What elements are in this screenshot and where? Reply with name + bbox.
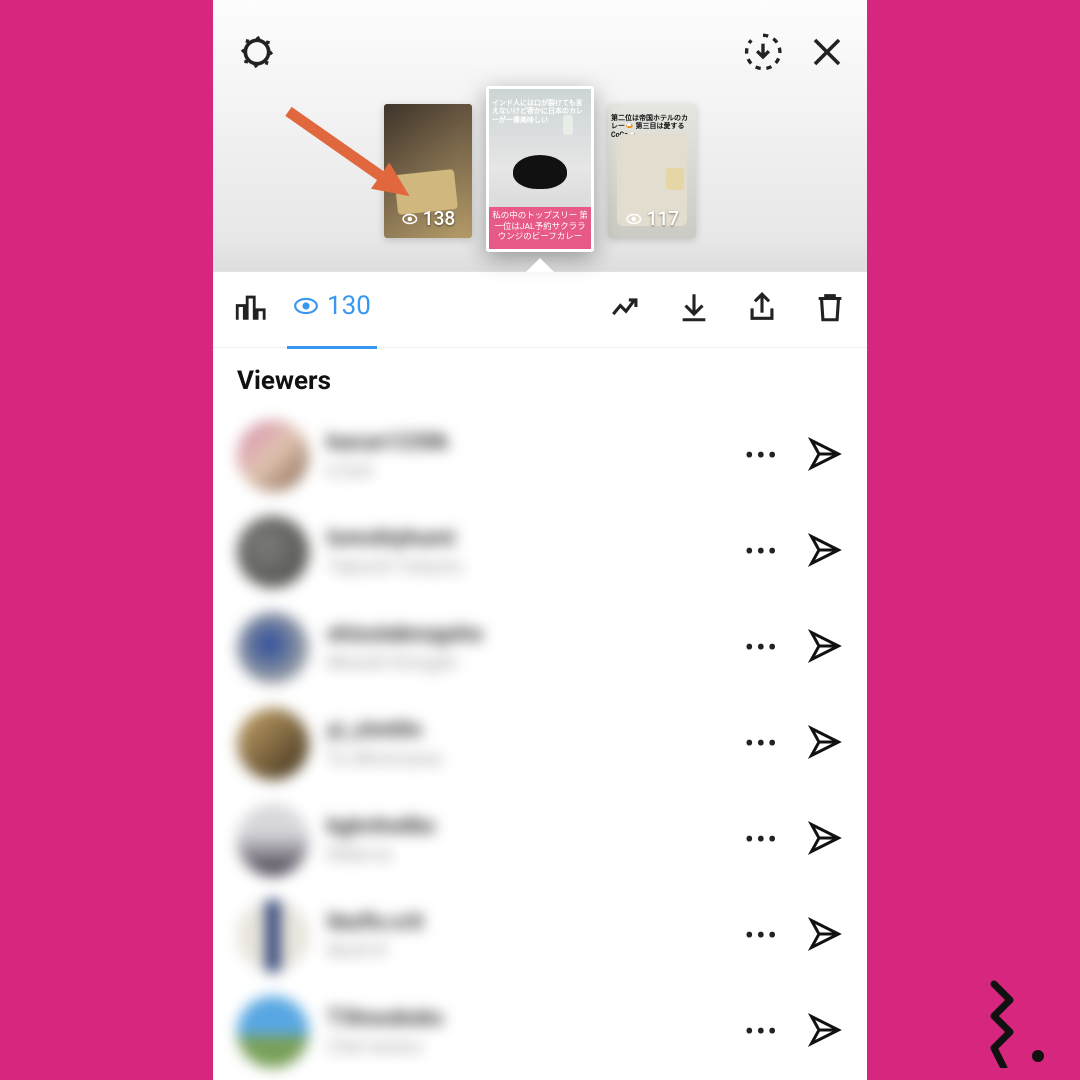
viewer-text[interactable]: kacun1230k k.Euli: [327, 430, 448, 482]
thumb-pointer-icon: [526, 258, 554, 272]
viewer-text[interactable]: yi_clmt0n Yu Minimawa: [327, 718, 441, 770]
delete-icon[interactable]: [813, 290, 847, 328]
story-toolbar: 130: [213, 272, 867, 348]
story-thumb-prev[interactable]: 138: [384, 104, 472, 238]
story-thumb-views: 117: [625, 207, 679, 230]
watermark-icon: [980, 978, 1044, 1068]
send-icon[interactable]: [807, 916, 843, 956]
viewer-username: kacun1230k: [327, 430, 448, 455]
viewer-row: shizutabnzgsho Miwshl Kimgati •••: [213, 600, 867, 696]
viewer-text[interactable]: kgtn4velbs KltbA.ki: [327, 814, 435, 866]
view-count: 130: [327, 291, 371, 321]
story-header: 138 インド人には口が裂けても言えないけど密かに日本のカレーが一番美味しい 1…: [213, 0, 867, 272]
viewer-row: lomcktyhumi Takechl Yobarts •••: [213, 504, 867, 600]
share-icon[interactable]: [745, 290, 779, 328]
story-thumbnails: 138 インド人には口が裂けても言えないけど密かに日本のカレーが一番美味しい 1…: [384, 86, 696, 238]
insights-icon[interactable]: [233, 290, 267, 328]
send-icon[interactable]: [807, 628, 843, 668]
avatar[interactable]: [237, 612, 309, 684]
viewer-username: kgtn4velbs: [327, 814, 435, 839]
avatar[interactable]: [237, 708, 309, 780]
story-overlay-text: インド人には口が裂けても言えないけど密かに日本のカレーが一番美味しい: [492, 99, 588, 124]
more-icon[interactable]: •••: [745, 922, 779, 950]
more-icon[interactable]: •••: [745, 730, 779, 758]
viewer-username: T3tnsobsks: [327, 1006, 443, 1031]
more-icon[interactable]: •••: [745, 538, 779, 566]
settings-icon[interactable]: [237, 57, 277, 76]
viewer-row: Ilezfiv.crit Nichl R •••: [213, 888, 867, 984]
story-thumb-next[interactable]: 第二位は帝国ホテルのカレー🍛 第三目は愛するCoCo🍛 117: [608, 104, 696, 238]
viewer-row: kgtn4velbs KltbA.ki •••: [213, 792, 867, 888]
save-story-icon[interactable]: [743, 32, 783, 76]
viewer-displayname: Nichl R: [327, 939, 423, 962]
viewers-tab[interactable]: 130: [293, 291, 371, 327]
viewer-username: lomcktyhumi: [327, 526, 462, 551]
more-icon[interactable]: •••: [745, 634, 779, 662]
viewer-text[interactable]: T3tnsobsks Chel tenloo: [327, 1006, 443, 1058]
avatar[interactable]: [237, 420, 309, 492]
promote-icon[interactable]: [609, 290, 643, 328]
more-icon[interactable]: •••: [745, 442, 779, 470]
viewer-text[interactable]: shizutabnzgsho Miwshl Kimgati: [327, 622, 483, 674]
viewer-displayname: k.Euli: [327, 459, 448, 482]
viewer-displayname: Chel tenloo: [327, 1035, 443, 1058]
close-icon[interactable]: [809, 34, 845, 74]
avatar[interactable]: [237, 996, 309, 1068]
download-icon[interactable]: [677, 290, 711, 328]
viewer-username: shizutabnzgsho: [327, 622, 483, 647]
viewer-row: T3tnsobsks Chel tenloo •••: [213, 984, 867, 1080]
more-icon[interactable]: •••: [745, 826, 779, 854]
viewer-row: kacun1230k k.Euli •••: [213, 408, 867, 504]
avatar[interactable]: [237, 900, 309, 972]
avatar[interactable]: [237, 804, 309, 876]
viewer-list: kacun1230k k.Euli ••• lomcktyhumi Takech…: [213, 408, 867, 1080]
more-icon[interactable]: •••: [745, 1018, 779, 1046]
viewer-text[interactable]: Ilezfiv.crit Nichl R: [327, 910, 423, 962]
viewer-row: yi_clmt0n Yu Minimawa •••: [213, 696, 867, 792]
send-icon[interactable]: [807, 436, 843, 476]
send-icon[interactable]: [807, 1012, 843, 1052]
viewer-text[interactable]: lomcktyhumi Takechl Yobarts: [327, 526, 462, 578]
viewer-displayname: Takechl Yobarts: [327, 555, 462, 578]
viewers-heading: Viewers: [213, 348, 867, 408]
viewer-username: Ilezfiv.crit: [327, 910, 423, 935]
send-icon[interactable]: [807, 820, 843, 860]
send-icon[interactable]: [807, 724, 843, 764]
viewer-displayname: Yu Minimawa: [327, 747, 441, 770]
send-icon[interactable]: [807, 532, 843, 572]
viewer-username: yi_clmt0n: [327, 718, 441, 743]
viewer-displayname: KltbA.ki: [327, 843, 435, 866]
story-thumb-views: 138: [401, 207, 455, 230]
viewer-displayname: Miwshl Kimgati: [327, 651, 483, 674]
avatar[interactable]: [237, 516, 309, 588]
story-insights-screen: 138 インド人には口が裂けても言えないけど密かに日本のカレーが一番美味しい 1…: [213, 0, 867, 1080]
story-thumb-current[interactable]: インド人には口が裂けても言えないけど密かに日本のカレーが一番美味しい 130 私…: [486, 86, 594, 252]
story-caption: 私の中のトップスリー 第一位はJAL予約サクララウンジのビーフカレー: [489, 207, 591, 249]
